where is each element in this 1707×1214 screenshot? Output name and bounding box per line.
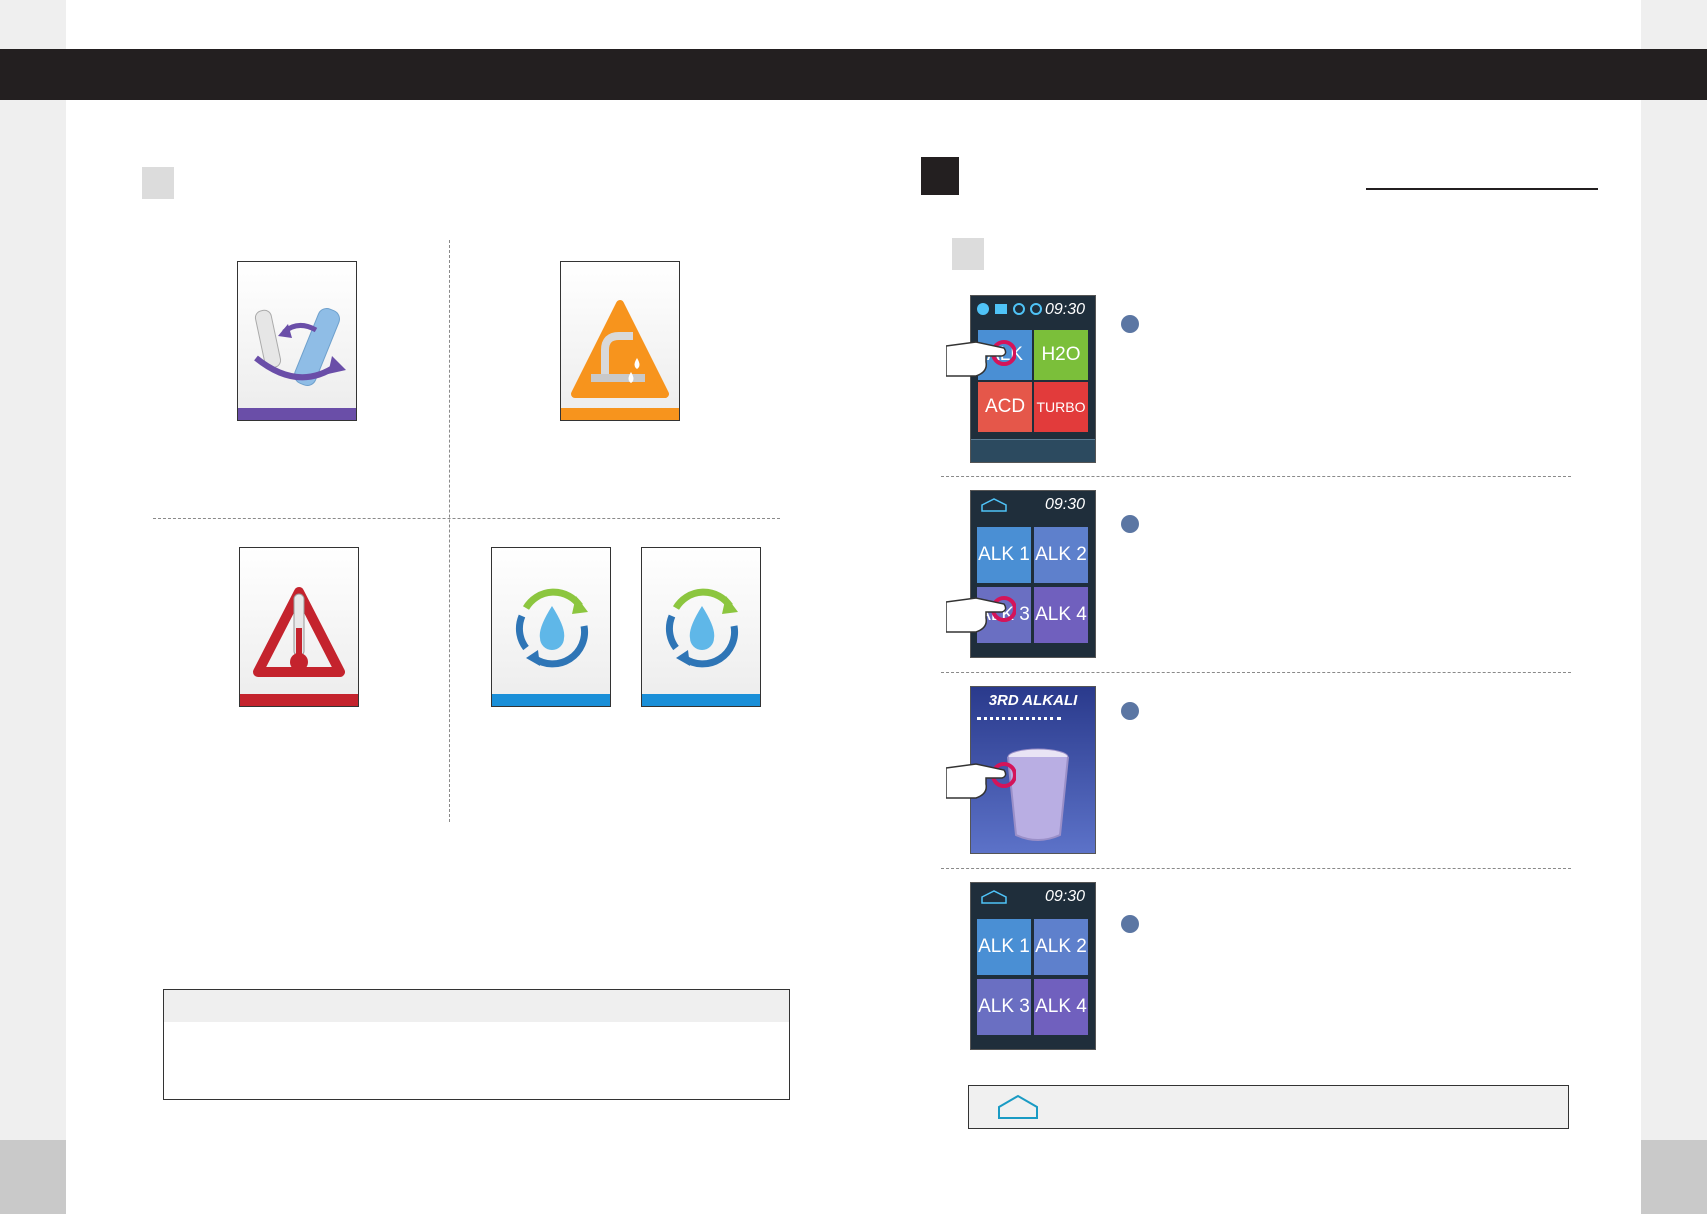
- clock: 09:30: [1044, 496, 1085, 513]
- tile-acd[interactable]: ACD: [978, 382, 1032, 432]
- thermometer-warning-icon: [253, 587, 345, 677]
- tile-turbo[interactable]: TURBO: [1034, 382, 1088, 432]
- subsection-marker: [952, 238, 984, 270]
- tile-alk-1[interactable]: ALK 1: [977, 919, 1031, 975]
- step-bullet-3: [1121, 702, 1139, 720]
- temperature-card: [239, 547, 359, 707]
- tile-alk-3[interactable]: ALK 3: [977, 979, 1031, 1035]
- filter-change-card: [237, 261, 357, 421]
- eco-icon: [1030, 303, 1042, 315]
- page-tab-left: [0, 1140, 66, 1214]
- header-bar: [0, 49, 1707, 100]
- screen-alk-after: 09:30 ALK 1 ALK 2 ALK 3 ALK 4: [970, 882, 1096, 1050]
- divider-step-2: [941, 672, 1571, 673]
- status-bar: 09:30: [971, 296, 1095, 324]
- status-bar: 09:30: [971, 491, 1095, 519]
- screen-bottom-bar: [971, 439, 1095, 462]
- home-note-box: [968, 1085, 1569, 1129]
- gear-icon: [977, 303, 989, 315]
- tile-alk-2[interactable]: ALK 2: [1034, 919, 1088, 975]
- tile-alk-4[interactable]: ALK 4: [1034, 979, 1088, 1035]
- dispense-title: 3RD ALKALI: [988, 692, 1078, 709]
- cleaning-card-1: [491, 547, 611, 707]
- tile-alk-2[interactable]: ALK 2: [1034, 527, 1088, 583]
- home-icon[interactable]: [981, 498, 1007, 512]
- water-supply-strip: [561, 408, 679, 420]
- hand-pointer-icon: [946, 596, 1016, 633]
- status-bar: 09:30: [971, 883, 1095, 911]
- note-box-header: [164, 990, 789, 1022]
- filter-change-strip: [238, 408, 356, 420]
- left-margin: [0, 0, 66, 1214]
- temperature-strip: [240, 694, 358, 706]
- cleaning-strip-1: [492, 694, 610, 706]
- tile-alk-4[interactable]: ALK 4: [1034, 587, 1088, 643]
- water-cycle-icon: [665, 588, 739, 668]
- hand-pointer-icon: [946, 340, 1016, 377]
- filter-change-icon: [254, 308, 346, 386]
- right-margin: [1641, 0, 1707, 1214]
- cleaning-card-2: [641, 547, 761, 707]
- step-bullet-2: [1121, 515, 1139, 533]
- section-marker: [142, 167, 174, 199]
- home-icon: [998, 1094, 1038, 1119]
- water-supply-card: [560, 261, 680, 421]
- clock: 09:30: [1044, 888, 1085, 905]
- step-bullet-4: [1121, 915, 1139, 933]
- divider-step-3: [941, 868, 1571, 869]
- page-tab-right: [1641, 1140, 1707, 1214]
- tile-h2o[interactable]: H2O: [1034, 330, 1088, 380]
- faucet-warning-icon: [571, 300, 669, 398]
- step-bullet-1: [1121, 315, 1139, 333]
- speaker-icon: [995, 304, 1007, 314]
- tile-alk-1[interactable]: ALK 1: [977, 527, 1031, 583]
- divider-step-1: [941, 476, 1571, 477]
- hand-pointer-icon: [946, 762, 1016, 799]
- water-cycle-icon: [515, 588, 589, 668]
- cleaning-strip-2: [642, 694, 760, 706]
- divider-vertical: [449, 240, 450, 822]
- title-underline: [1366, 188, 1598, 190]
- target-icon: [1013, 303, 1025, 315]
- progress-dots: [977, 717, 1061, 723]
- chapter-marker: [921, 157, 959, 195]
- divider-horizontal: [153, 518, 780, 519]
- clock: 09:30: [1044, 301, 1085, 318]
- note-box: [163, 989, 790, 1100]
- home-icon[interactable]: [981, 890, 1007, 904]
